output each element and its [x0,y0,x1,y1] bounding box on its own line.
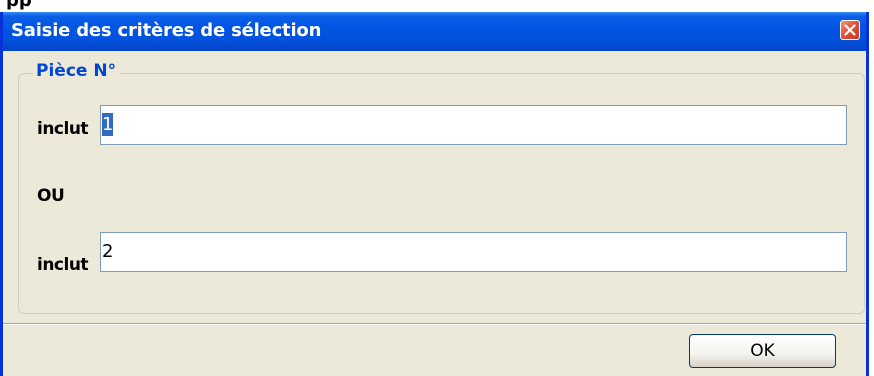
group-legend: Pièce N° [33,61,120,81]
dialog-window: Saisie des critères de sélection Pièce N… [0,12,869,376]
first-criterion-value: 1 [102,113,114,136]
first-criterion-input[interactable]: 1 [100,105,847,145]
title-bar[interactable]: Saisie des critères de sélection [3,12,866,51]
ok-button[interactable]: OK [689,334,836,368]
second-criterion-input[interactable]: 2 [100,232,847,272]
window-title: Saisie des critères de sélection [11,20,322,41]
close-icon [844,24,856,36]
second-criterion-label: inclut [37,255,89,275]
background-text-fragment: pp [6,0,32,11]
close-button[interactable] [840,20,860,40]
first-criterion-label: inclut [37,119,89,139]
footer-separator [3,323,866,325]
background-app-strip: pp [0,0,874,12]
second-criterion-value: 2 [102,241,114,262]
or-operator-label: OU [37,186,65,206]
